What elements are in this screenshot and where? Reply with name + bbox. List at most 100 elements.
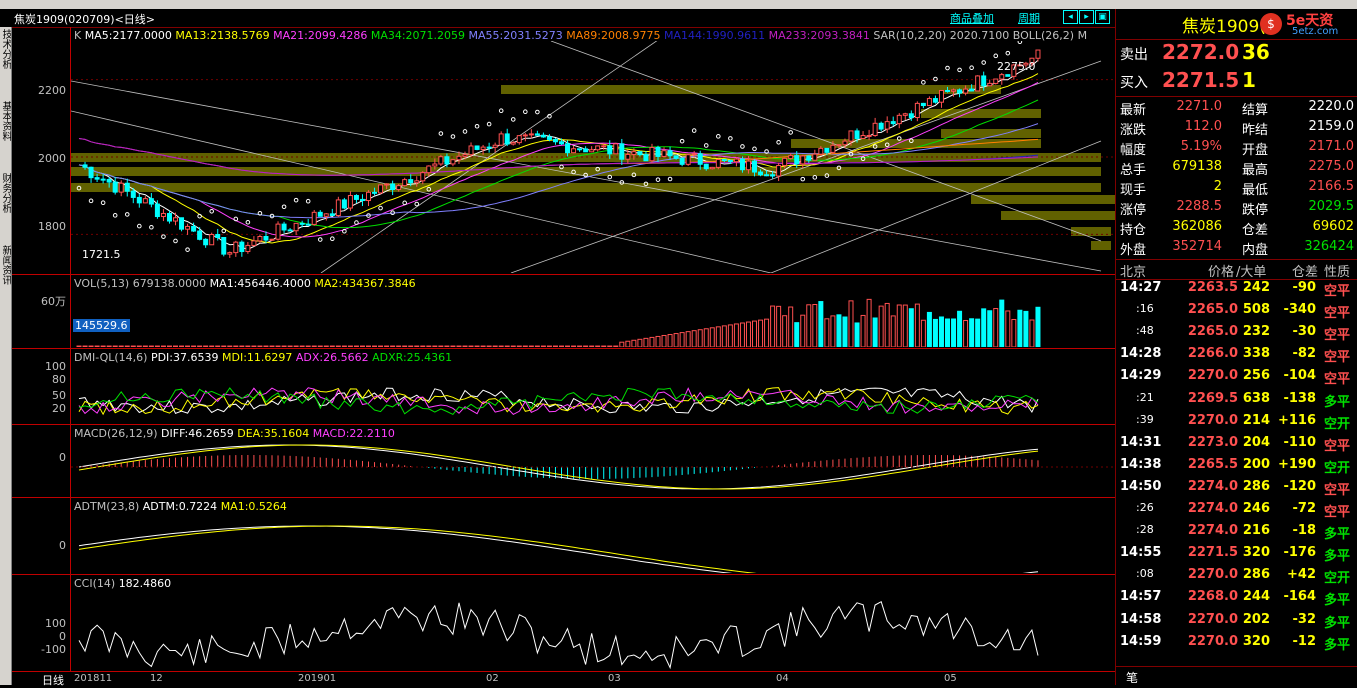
- tick-row[interactable]: 14:29 2270.0 256 -104 空平: [1116, 368, 1357, 390]
- candle-body: [800, 155, 806, 165]
- tick-volume: 232: [1242, 324, 1270, 340]
- dmi-panel[interactable]: 100 80 50 20 DMI-QL(14,6) PDI:37.6539 MD…: [12, 349, 1115, 425]
- volume-bar: [619, 341, 625, 347]
- volume-bar: [528, 345, 534, 347]
- tick-row[interactable]: 14:28 2266.0 338 -82 空平: [1116, 346, 1357, 368]
- arrow-left-icon[interactable]: ◂: [1063, 10, 1078, 24]
- macd-panel[interactable]: 0 MACD(26,12,9) DIFF:46.2659 DEA:35.1604…: [12, 425, 1115, 498]
- tick-volume: 320: [1242, 545, 1270, 561]
- tick-tab[interactable]: 笔: [1126, 669, 1138, 686]
- chart-title-bar: 焦炭1909(020709)<日线> 商品叠加 周期 ◂ ▸ ▣: [0, 9, 1115, 28]
- volume-panel[interactable]: 60万 VOL(5,13) 679138.0000 MA1:456446.400…: [12, 275, 1115, 349]
- candle-body: [649, 146, 655, 162]
- tick-row[interactable]: :39 2270.0 214 +116 空开: [1116, 413, 1357, 435]
- sar-dot: [523, 109, 528, 115]
- tick-row[interactable]: :08 2270.0 286 +42 空开: [1116, 567, 1357, 589]
- tick-oi-change: +42: [1287, 567, 1316, 583]
- chart-area[interactable]: 2200 2000 1800 K MA5:2177.0000 MA13:2138…: [12, 27, 1115, 672]
- candlestick-chart[interactable]: [71, 41, 1115, 273]
- volume-bar: [305, 345, 311, 347]
- quote-field-row: 涨跌 112.0 昨结 2159.0: [1116, 119, 1357, 139]
- tick-row[interactable]: 14:59 2270.0 320 -12 多平: [1116, 634, 1357, 656]
- x-tick: 201811: [74, 673, 113, 684]
- tick-row[interactable]: 14:58 2270.0 202 -32 多平: [1116, 612, 1357, 634]
- tick-oi-change: -120: [1283, 478, 1316, 494]
- sidebar-tab-technical[interactable]: 技术分析: [0, 29, 11, 95]
- window-toggle-icon[interactable]: ▣: [1095, 10, 1110, 24]
- sidebar-tab-news[interactable]: 新闻资讯: [0, 245, 11, 311]
- volume-bar: [721, 325, 727, 347]
- candle-body: [601, 145, 607, 148]
- candle-body: [516, 135, 522, 144]
- volume-bar: [215, 345, 221, 347]
- arrow-right-icon[interactable]: ▸: [1079, 10, 1094, 24]
- tick-time: :39: [1136, 412, 1154, 426]
- period-corner-label[interactable]: 日线: [42, 672, 64, 688]
- adtm-header: ADTM(23,8) ADTM:0.7224 MA1:0.5264: [74, 500, 287, 513]
- candle-body: [770, 174, 776, 177]
- dmi-lines: [78, 387, 1039, 416]
- contract-name: 焦炭1909: [14, 13, 64, 26]
- tick-row[interactable]: 14:55 2271.5 320 -176 多平: [1116, 545, 1357, 567]
- volume-bar: [709, 327, 715, 347]
- sar-dot: [812, 175, 818, 180]
- high-price-label: 2275.0: [997, 60, 1036, 73]
- macd-header: MACD(26,12,9) DIFF:46.2659 DEA:35.1604 M…: [74, 427, 395, 440]
- candle-body: [293, 222, 299, 232]
- price-panel[interactable]: 2200 2000 1800 K MA5:2177.0000 MA13:2138…: [12, 27, 1115, 275]
- sar-dot: [691, 128, 697, 133]
- sidebar-tab-basic[interactable]: 基本资料: [0, 101, 11, 167]
- tick-volume: 286: [1242, 478, 1270, 494]
- volume-bar: [854, 322, 860, 347]
- candle-body: [480, 146, 486, 150]
- candle-body: [589, 149, 595, 153]
- y-tick: 0: [59, 451, 66, 464]
- tick-price: 2274.0: [1187, 501, 1238, 516]
- tick-price: 2266.0: [1187, 346, 1238, 362]
- volume-bar: [546, 345, 552, 347]
- dmi-title: DMI-QL(14,6): [74, 351, 148, 364]
- tick-nature: 多平: [1324, 527, 1351, 543]
- product-overlay-button[interactable]: 商品叠加: [950, 10, 994, 25]
- tick-price: 2268.0: [1187, 589, 1238, 605]
- sidebar-tab-financial[interactable]: 财务分析: [0, 173, 11, 239]
- tick-row[interactable]: :26 2274.0 246 -72 空平: [1116, 501, 1357, 523]
- tick-row[interactable]: :21 2269.5 638 -138 多平: [1116, 391, 1357, 413]
- candle-body: [643, 154, 649, 162]
- candle-body: [758, 171, 764, 176]
- tick-row[interactable]: 14:27 2263.5 242 -90 空平: [1116, 280, 1357, 302]
- tick-nature: 空平: [1324, 350, 1351, 366]
- tick-row[interactable]: 14:50 2274.0 286 -120 空平: [1116, 479, 1357, 501]
- tick-time: 14:27: [1120, 280, 1162, 295]
- tick-price: 2270.0: [1187, 611, 1238, 627]
- tick-row[interactable]: 14:31 2273.0 204 -110 空平: [1116, 435, 1357, 457]
- candle-body: [926, 98, 932, 107]
- tick-row[interactable]: 14:38 2265.5 200 +190 空开: [1116, 457, 1357, 479]
- tick-row[interactable]: 14:57 2268.0 244 -164 多平: [1116, 589, 1357, 611]
- volume-bar: [625, 340, 631, 347]
- candle-body: [987, 82, 993, 87]
- cci-panel[interactable]: 100 0 -100 CCI(14) 182.4860: [12, 575, 1115, 672]
- candle-body: [709, 166, 715, 170]
- volume-bar: [818, 301, 824, 347]
- candle-body: [275, 223, 281, 240]
- tick-row[interactable]: :28 2274.0 216 -18 多平: [1116, 523, 1357, 545]
- volume-y-axis: 60万: [12, 275, 71, 348]
- volume-bar: [727, 324, 733, 347]
- adtm-y-axis: 0: [12, 498, 71, 574]
- adtm-panel[interactable]: 0 ADTM(23,8) ADTM:0.7224 MA1:0.5264: [12, 498, 1115, 575]
- tick-nature: 空平: [1324, 306, 1351, 322]
- contract-code: (020709): [64, 13, 115, 26]
- candle-body: [504, 133, 510, 145]
- tick-list[interactable]: 14:27 2263.5 242 -90 空平:16 2265.0 508 -340 空平:48…: [1116, 280, 1357, 666]
- cycle-button[interactable]: 周期: [1018, 10, 1040, 25]
- volume-bar: [154, 345, 160, 347]
- tick-row[interactable]: :48 2265.0 232 -30 空平: [1116, 324, 1357, 346]
- x-tick: 05: [944, 673, 957, 684]
- candle-body: [136, 196, 142, 204]
- candle-body: [571, 148, 577, 154]
- candle-body: [637, 151, 643, 156]
- sar-dot: [209, 209, 214, 214]
- volume-bar: [552, 345, 558, 347]
- tick-row[interactable]: :16 2265.0 508 -340 空平: [1116, 302, 1357, 324]
